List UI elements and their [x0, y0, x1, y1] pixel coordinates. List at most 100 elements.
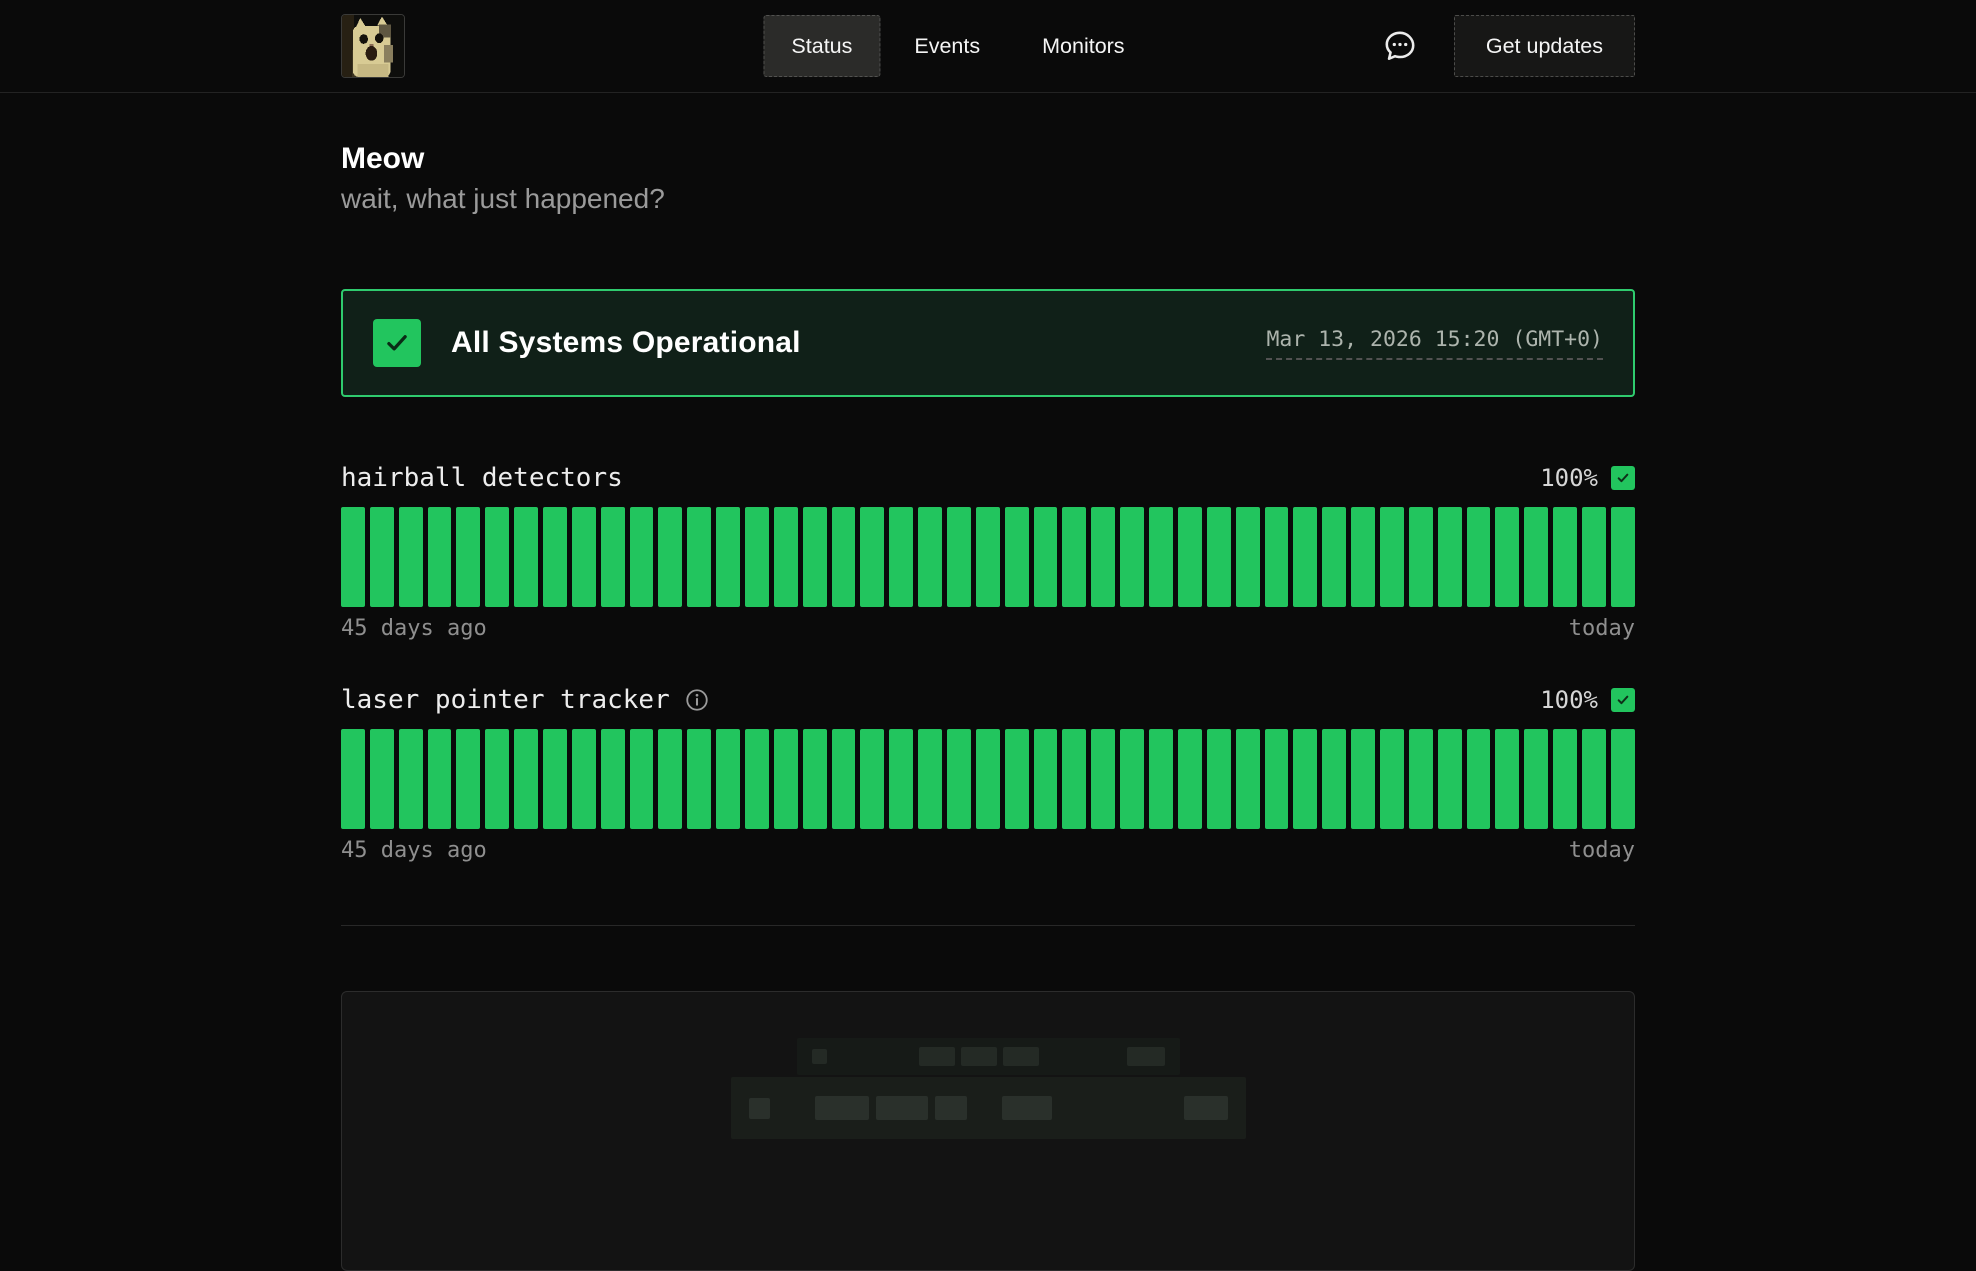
- uptime-bar-day[interactable]: [1553, 507, 1577, 607]
- uptime-bar-day[interactable]: [601, 507, 625, 607]
- uptime-bar-day[interactable]: [889, 729, 913, 829]
- status-timestamp[interactable]: Mar 13, 2026 15:20 (GMT+0): [1266, 327, 1603, 360]
- uptime-bar-day[interactable]: [341, 729, 365, 829]
- uptime-bar-day[interactable]: [428, 729, 452, 829]
- uptime-bar-day[interactable]: [485, 507, 509, 607]
- uptime-bar-day[interactable]: [1467, 507, 1491, 607]
- uptime-bar-day[interactable]: [1495, 729, 1519, 829]
- uptime-bar-day[interactable]: [1351, 729, 1375, 829]
- uptime-bar-day[interactable]: [687, 507, 711, 607]
- uptime-bar-day[interactable]: [803, 729, 827, 829]
- uptime-bar-day[interactable]: [774, 507, 798, 607]
- uptime-bar-day[interactable]: [543, 729, 567, 829]
- uptime-bar-day[interactable]: [774, 729, 798, 829]
- uptime-bar-day[interactable]: [1149, 729, 1173, 829]
- uptime-bar-day[interactable]: [399, 729, 423, 829]
- uptime-bar-day[interactable]: [1611, 729, 1635, 829]
- uptime-bar-day[interactable]: [1265, 507, 1289, 607]
- uptime-bar-day[interactable]: [889, 507, 913, 607]
- uptime-bar-day[interactable]: [1062, 507, 1086, 607]
- uptime-bar-day[interactable]: [543, 507, 567, 607]
- uptime-bar-day[interactable]: [1524, 729, 1548, 829]
- uptime-bar-day[interactable]: [1553, 729, 1577, 829]
- uptime-bar-day[interactable]: [1034, 507, 1058, 607]
- uptime-bar-day[interactable]: [1149, 507, 1173, 607]
- uptime-bar-day[interactable]: [1207, 507, 1231, 607]
- uptime-bar-day[interactable]: [1236, 507, 1260, 607]
- uptime-bar-day[interactable]: [1236, 729, 1260, 829]
- uptime-bar-day[interactable]: [976, 729, 1000, 829]
- uptime-bar-day[interactable]: [1062, 729, 1086, 829]
- uptime-bar-day[interactable]: [716, 507, 740, 607]
- uptime-bar-day[interactable]: [1322, 507, 1346, 607]
- uptime-bar-day[interactable]: [745, 507, 769, 607]
- uptime-bar-day[interactable]: [1409, 507, 1433, 607]
- uptime-bar-day[interactable]: [514, 507, 538, 607]
- uptime-bar-day[interactable]: [1380, 507, 1404, 607]
- uptime-bar-day[interactable]: [572, 729, 596, 829]
- uptime-bar-day[interactable]: [456, 729, 480, 829]
- info-icon[interactable]: [684, 687, 710, 713]
- uptime-bar-day[interactable]: [485, 729, 509, 829]
- uptime-bar-day[interactable]: [630, 507, 654, 607]
- uptime-bar-day[interactable]: [860, 507, 884, 607]
- uptime-bar-day[interactable]: [947, 729, 971, 829]
- uptime-bar-day[interactable]: [428, 507, 452, 607]
- uptime-bar-day[interactable]: [687, 729, 711, 829]
- uptime-bar-day[interactable]: [456, 507, 480, 607]
- uptime-bar-day[interactable]: [1409, 729, 1433, 829]
- uptime-bar-day[interactable]: [399, 507, 423, 607]
- uptime-bar-day[interactable]: [601, 729, 625, 829]
- uptime-bar-day[interactable]: [1582, 729, 1606, 829]
- uptime-bar-day[interactable]: [1005, 729, 1029, 829]
- uptime-bar-day[interactable]: [1178, 729, 1202, 829]
- uptime-bar-day[interactable]: [1322, 729, 1346, 829]
- monitor-section: hairball detectors 100%: [341, 463, 1635, 641]
- uptime-bar-day[interactable]: [1120, 507, 1144, 607]
- uptime-bar-day[interactable]: [341, 507, 365, 607]
- uptime-bar-day[interactable]: [514, 729, 538, 829]
- uptime-bar-day[interactable]: [1524, 507, 1548, 607]
- uptime-bar-day[interactable]: [918, 507, 942, 607]
- uptime-bar-day[interactable]: [918, 729, 942, 829]
- uptime-bar-day[interactable]: [1582, 507, 1606, 607]
- nav-item-monitors[interactable]: Monitors: [1014, 15, 1152, 77]
- uptime-bar-day[interactable]: [1467, 729, 1491, 829]
- uptime-bar-day[interactable]: [1091, 729, 1115, 829]
- feedback-chat-button[interactable]: [1382, 28, 1418, 64]
- nav-item-events[interactable]: Events: [886, 15, 1008, 77]
- uptime-bar-day[interactable]: [370, 729, 394, 829]
- uptime-bar-day[interactable]: [1178, 507, 1202, 607]
- uptime-bar-day[interactable]: [1438, 729, 1462, 829]
- uptime-bar-day[interactable]: [1091, 507, 1115, 607]
- uptime-bar-day[interactable]: [1438, 507, 1462, 607]
- uptime-bar-day[interactable]: [370, 507, 394, 607]
- uptime-bar-day[interactable]: [1005, 507, 1029, 607]
- uptime-bar-day[interactable]: [1034, 729, 1058, 829]
- uptime-bar-day[interactable]: [803, 507, 827, 607]
- uptime-bar-day[interactable]: [832, 507, 856, 607]
- site-logo[interactable]: [341, 14, 405, 78]
- uptime-bar-day[interactable]: [947, 507, 971, 607]
- uptime-bar-day[interactable]: [658, 729, 682, 829]
- uptime-bar-day[interactable]: [1495, 507, 1519, 607]
- uptime-bar-day[interactable]: [976, 507, 1000, 607]
- uptime-bar-day[interactable]: [1293, 507, 1317, 607]
- uptime-bar-day[interactable]: [1293, 729, 1317, 829]
- uptime-bar-day[interactable]: [1351, 507, 1375, 607]
- nav-item-status[interactable]: Status: [763, 15, 880, 77]
- uptime-bar-day[interactable]: [745, 729, 769, 829]
- get-updates-button[interactable]: Get updates: [1454, 15, 1635, 77]
- range-end-label: today: [1569, 838, 1635, 863]
- uptime-bar-day[interactable]: [1380, 729, 1404, 829]
- uptime-bar-day[interactable]: [1207, 729, 1231, 829]
- uptime-bar-day[interactable]: [1120, 729, 1144, 829]
- uptime-bar-day[interactable]: [1611, 507, 1635, 607]
- uptime-bar-day[interactable]: [860, 729, 884, 829]
- uptime-bar-day[interactable]: [1265, 729, 1289, 829]
- uptime-bar-day[interactable]: [832, 729, 856, 829]
- uptime-bar-day[interactable]: [572, 507, 596, 607]
- uptime-bar-day[interactable]: [630, 729, 654, 829]
- uptime-bar-day[interactable]: [658, 507, 682, 607]
- uptime-bar-day[interactable]: [716, 729, 740, 829]
